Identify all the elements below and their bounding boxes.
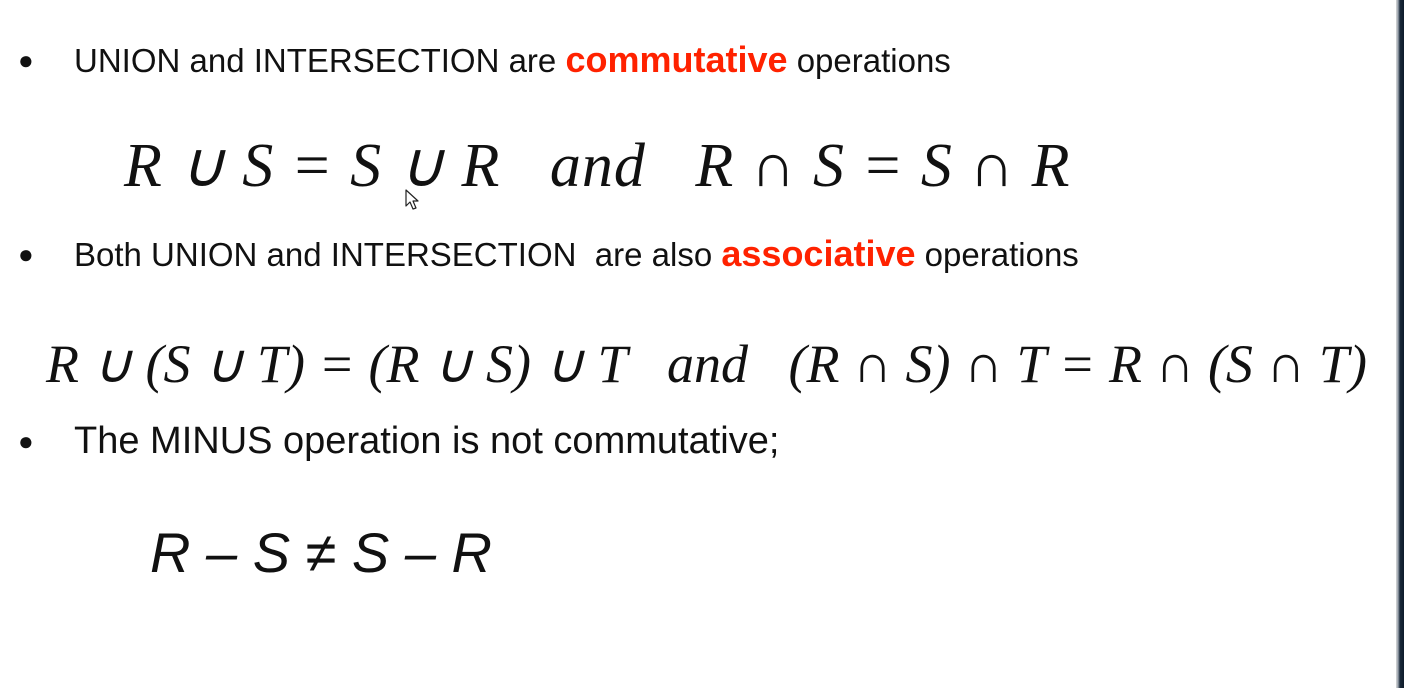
bullet-text-pre: The MINUS operation is not commutative; [74,420,780,462]
formula-associative: R ∪ (S ∪ T) = (R ∪ S) ∪ T and (R ∩ S) ∩ … [46,333,1367,395]
formula-associative-text: R ∪ (S ∪ T) = (R ∪ S) ∪ T and (R ∩ S) ∩ … [46,334,1367,394]
mouse-pointer-icon [405,189,419,210]
bullet-text: The MINUS operation is not commutative; [74,420,779,462]
bullet-text: UNION and INTERSECTION are commutative o… [74,40,951,81]
emphasis-commutative: commutative [565,39,788,80]
bullet-text-post: operations [915,236,1079,273]
emphasis-associative: associative [721,233,916,274]
bullet-text-post: operations [787,42,951,79]
formula-commutative: R ∪ S = S ∪ R and R ∩ S = S ∩ R [124,131,1070,201]
bullet-dot-icon: ● [18,45,34,75]
bullet-dot-icon: ● [18,239,34,269]
bullet-text: Both UNION and INTERSECTION are also ass… [74,234,1079,275]
bullet-dot-icon: ● [18,426,34,456]
window-edge [1396,0,1404,688]
formula-minus-text: R – S ≠ S – R [150,521,492,584]
formula-commutative-text: R ∪ S = S ∪ R and R ∩ S = S ∩ R [124,132,1071,200]
bullet-text-pre: Both UNION and INTERSECTION are also [74,236,722,273]
slide: ● UNION and INTERSECTION are commutative… [0,0,1396,688]
formula-minus: R – S ≠ S – R [150,522,492,584]
bullet-text-pre: UNION and INTERSECTION are [74,42,566,79]
